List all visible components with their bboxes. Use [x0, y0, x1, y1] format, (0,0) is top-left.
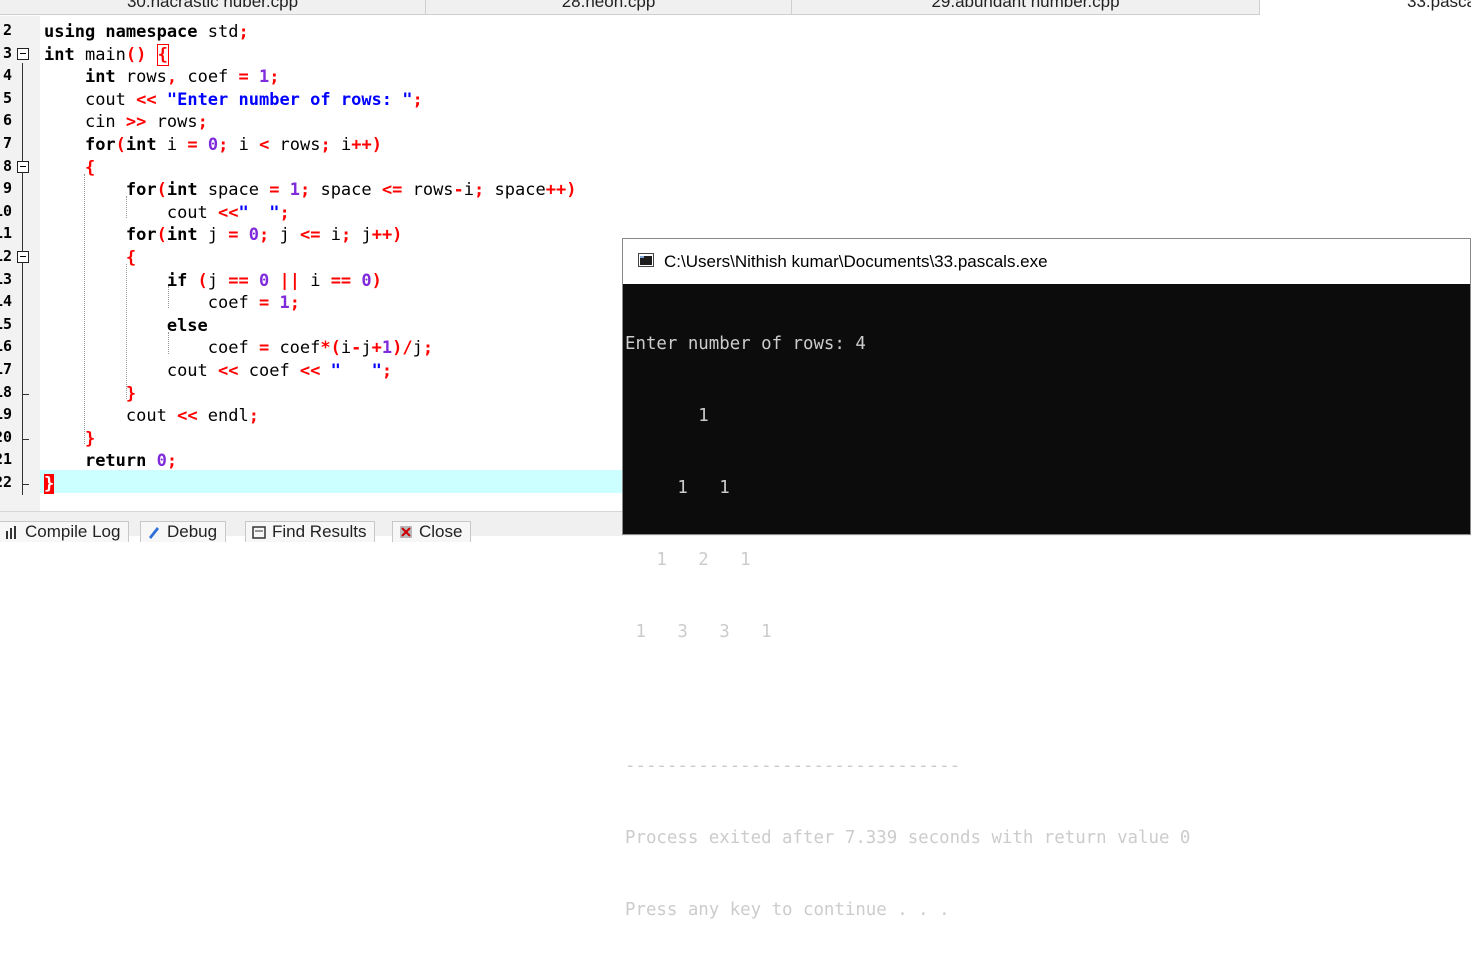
tab-label: 28.neon.cpp: [561, 0, 656, 11]
line-number: 20: [0, 427, 12, 446]
line-number: 13: [0, 269, 12, 288]
tab-close[interactable]: Close: [392, 521, 472, 542]
tab-label: Close: [419, 522, 463, 541]
line-number: 3: [2, 43, 12, 62]
tab-label: 30.nacrastic nuber.cpp: [126, 0, 299, 11]
tab-compile-log[interactable]: Compile Log: [0, 521, 130, 542]
console-line: 1: [625, 406, 709, 426]
tab-find-results[interactable]: Find Results: [245, 521, 376, 542]
console-output: Enter number of rows: 4 1 1 1 1 2 1 1 3 …: [625, 284, 1470, 920]
line-number: 14: [0, 292, 12, 311]
editor-tab-bar: 30.nacrastic nuber.cpp 28.neon.cpp 29.ab…: [0, 0, 1471, 16]
line-number: 19: [0, 405, 12, 424]
line-number: 4: [2, 66, 12, 85]
line-number: 5: [2, 88, 12, 107]
code-line: 9 for(int space = 1; space <= rows-i; sp…: [0, 179, 1471, 202]
line-number: 12: [0, 247, 12, 265]
line-number: 21: [0, 450, 12, 469]
code-line: 6 cin >> rows;: [0, 111, 1471, 134]
line-number: 8: [2, 156, 12, 175]
console-titlebar[interactable]: C:\Users\Nithish kumar\Documents\33.pasc…: [623, 239, 1470, 284]
fold-end-marker: [22, 393, 29, 395]
code-line: 8 {: [0, 157, 1471, 180]
tab-nacrastic[interactable]: 30.nacrastic nuber.cpp: [0, 0, 426, 15]
console-line: --------------------------------: [625, 756, 961, 776]
console-title: C:\Users\Nithish kumar\Documents\33.pasc…: [664, 252, 1048, 271]
line-number: 17: [0, 360, 12, 378]
console-line: Process exited after 7.339 seconds with …: [625, 828, 1191, 848]
fold-toggle-icon[interactable]: [17, 160, 29, 173]
tab-debug[interactable]: Debug: [140, 521, 227, 542]
tab-label: 29.abundant number.cpp: [931, 0, 1120, 11]
line-number: 2: [2, 21, 12, 39]
find-results-icon: [252, 526, 266, 539]
fold-end-marker: [22, 484, 29, 485]
tab-label: Find Results: [272, 522, 367, 541]
line-number: 10: [0, 201, 12, 220]
console-app-icon: [638, 253, 654, 267]
tab-label: Debug: [167, 522, 218, 541]
console-line: Press any key to continue . . .: [625, 900, 950, 920]
tab-label: 33.pascal.c: [1407, 0, 1471, 11]
console-window[interactable]: C:\Users\Nithish kumar\Documents\33.pasc…: [622, 238, 1471, 920]
line-number: 6: [2, 111, 12, 130]
code-line: 3 int main() {: [0, 43, 1471, 67]
line-number: 22: [0, 473, 12, 491]
code-line: 4 int rows, coef = 1;: [0, 66, 1471, 89]
tab-neon[interactable]: 28.neon.cpp: [426, 0, 792, 15]
debug-icon: [149, 527, 159, 539]
close-icon: [400, 526, 412, 538]
compile-log-icon: [6, 526, 16, 539]
line-number: 9: [2, 179, 12, 198]
code-line: 2 using namespace std;: [0, 21, 1471, 44]
code-line: 5 cout << "Enter number of rows: ";: [0, 89, 1471, 112]
fold-toggle-icon[interactable]: [17, 251, 29, 263]
line-number: 16: [0, 337, 12, 356]
code-line: 7 for(int i = 0; i < rows; i++): [0, 134, 1471, 157]
tab-label: Compile Log: [25, 522, 121, 541]
line-number: 7: [2, 134, 12, 152]
line-number: 11: [0, 224, 12, 243]
console-line: 1 2 1: [625, 550, 751, 570]
fold-end-marker: [22, 438, 29, 440]
console-line: 1 1: [625, 478, 730, 498]
line-number: 15: [0, 314, 12, 333]
code-line: 10 cout <<" ";: [0, 202, 1471, 225]
tab-abundant[interactable]: 29.abundant number.cpp: [792, 0, 1260, 15]
fold-toggle-icon[interactable]: [17, 47, 29, 60]
console-line: Enter number of rows: 4: [625, 334, 866, 354]
console-line: 1 3 3 1: [625, 622, 772, 642]
line-number: 18: [0, 382, 12, 401]
tab-pascal-active[interactable]: 33.pascal.c: [1262, 0, 1471, 15]
